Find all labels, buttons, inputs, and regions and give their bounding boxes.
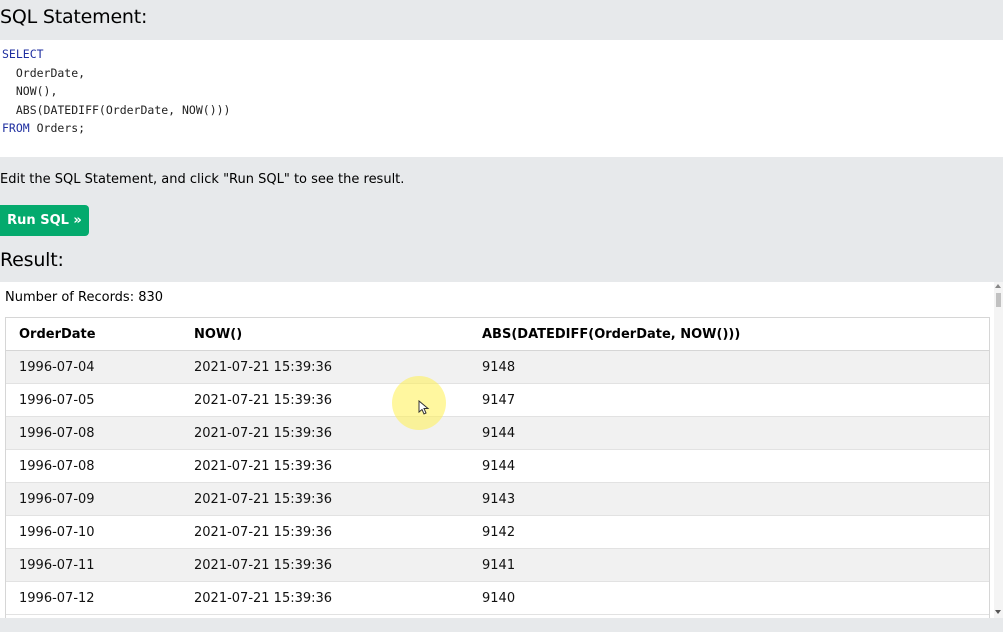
table-cell: 1996-07-12 <box>6 581 181 615</box>
table-cell: 2021-07-21 15:39:36 <box>181 449 469 483</box>
result-scrollbar[interactable] <box>994 282 1003 618</box>
code-line[interactable]: OrderDate, <box>2 64 1003 83</box>
code-text: NOW(), <box>2 84 58 99</box>
table-cell: 2021-07-21 15:39:36 <box>181 482 469 516</box>
table-row: 1996-07-04 2021-07-21 15:39:36 9148 <box>6 350 989 384</box>
code-line[interactable]: NOW(), <box>2 82 1003 101</box>
scroll-down-arrow-icon[interactable] <box>995 610 1001 614</box>
code-line[interactable]: FROM Orders; <box>2 119 1003 138</box>
table-cell: 9147 <box>469 383 989 417</box>
table-row: 1996-07-11 2021-07-21 15:39:36 9141 <box>6 548 989 582</box>
run-sql-button[interactable]: Run SQL » <box>0 205 89 236</box>
code-line[interactable]: ABS(DATEDIFF(OrderDate, NOW())) <box>2 101 1003 120</box>
instructions-text: Edit the SQL Statement, and click "Run S… <box>0 172 405 187</box>
table-cell: 1996-07-11 <box>6 548 181 582</box>
table-cell: 9143 <box>469 482 989 516</box>
column-header-datediff: ABS(DATEDIFF(OrderDate, NOW())) <box>469 318 989 351</box>
record-count: Number of Records: 830 <box>5 290 164 305</box>
result-table: OrderDate NOW() ABS(DATEDIFF(OrderDate, … <box>6 318 989 615</box>
result-panel[interactable]: Number of Records: 830 OrderDate NOW() A… <box>0 282 1003 618</box>
table-cell: 2021-07-21 15:39:36 <box>181 515 469 549</box>
table-body: 1996-07-04 2021-07-21 15:39:36 9148 1996-07… <box>6 350 989 615</box>
table-row: 1996-07-12 2021-07-21 15:39:36 9140 <box>6 581 989 615</box>
table-cell: 2021-07-21 15:39:36 <box>181 581 469 615</box>
code-text: ABS(DATEDIFF(OrderDate, NOW())) <box>2 102 231 117</box>
result-heading: Result: <box>0 249 64 271</box>
sql-statement-heading: SQL Statement: <box>0 6 148 28</box>
result-table-container[interactable]: OrderDate NOW() ABS(DATEDIFF(OrderDate, … <box>5 317 990 618</box>
code-line[interactable]: SELECT <box>2 45 1003 64</box>
bottom-bar <box>0 618 1003 632</box>
code-text: OrderDate, <box>2 65 86 80</box>
table-cell: 1996-07-04 <box>6 350 181 384</box>
table-cell: 1996-07-08 <box>6 449 181 483</box>
table-row: 1996-07-05 2021-07-21 15:39:36 9147 <box>6 383 989 417</box>
table-cell: 2021-07-21 15:39:36 <box>181 548 469 582</box>
table-cell: 1996-07-05 <box>6 383 181 417</box>
table-header-row: OrderDate NOW() ABS(DATEDIFF(OrderDate, … <box>6 318 989 351</box>
table-cell: 1996-07-08 <box>6 416 181 450</box>
table-row: 1996-07-08 2021-07-21 15:39:36 9144 <box>6 416 989 450</box>
table-cell: 9141 <box>469 548 989 582</box>
column-header-orderdate: OrderDate <box>6 318 181 351</box>
table-cell: 9144 <box>469 449 989 483</box>
table-cell: 9142 <box>469 515 989 549</box>
sql-keyword: SELECT <box>2 47 44 61</box>
scroll-thumb[interactable] <box>996 293 1001 307</box>
sql-editor[interactable]: SELECT OrderDate, NOW(), ABS(DATEDIFF(Or… <box>0 40 1003 157</box>
table-row: 1996-07-10 2021-07-21 15:39:36 9142 <box>6 515 989 549</box>
table-cell: 9148 <box>469 350 989 384</box>
table-cell: 1996-07-10 <box>6 515 181 549</box>
table-cell: 2021-07-21 15:39:36 <box>181 383 469 417</box>
sql-keyword: FROM <box>2 121 30 136</box>
table-cell: 2021-07-21 15:39:36 <box>181 416 469 450</box>
table-row: 1996-07-08 2021-07-21 15:39:36 9144 <box>6 449 989 483</box>
table-cell: 9144 <box>469 416 989 450</box>
table-row: 1996-07-09 2021-07-21 15:39:36 9143 <box>6 482 989 516</box>
table-cell: 9140 <box>469 581 989 615</box>
code-text: Orders; <box>29 121 86 136</box>
table-cell: 1996-07-09 <box>6 482 181 516</box>
scroll-up-arrow-icon[interactable] <box>995 284 1001 288</box>
table-cell: 2021-07-21 15:39:36 <box>181 350 469 384</box>
column-header-now: NOW() <box>181 318 469 351</box>
